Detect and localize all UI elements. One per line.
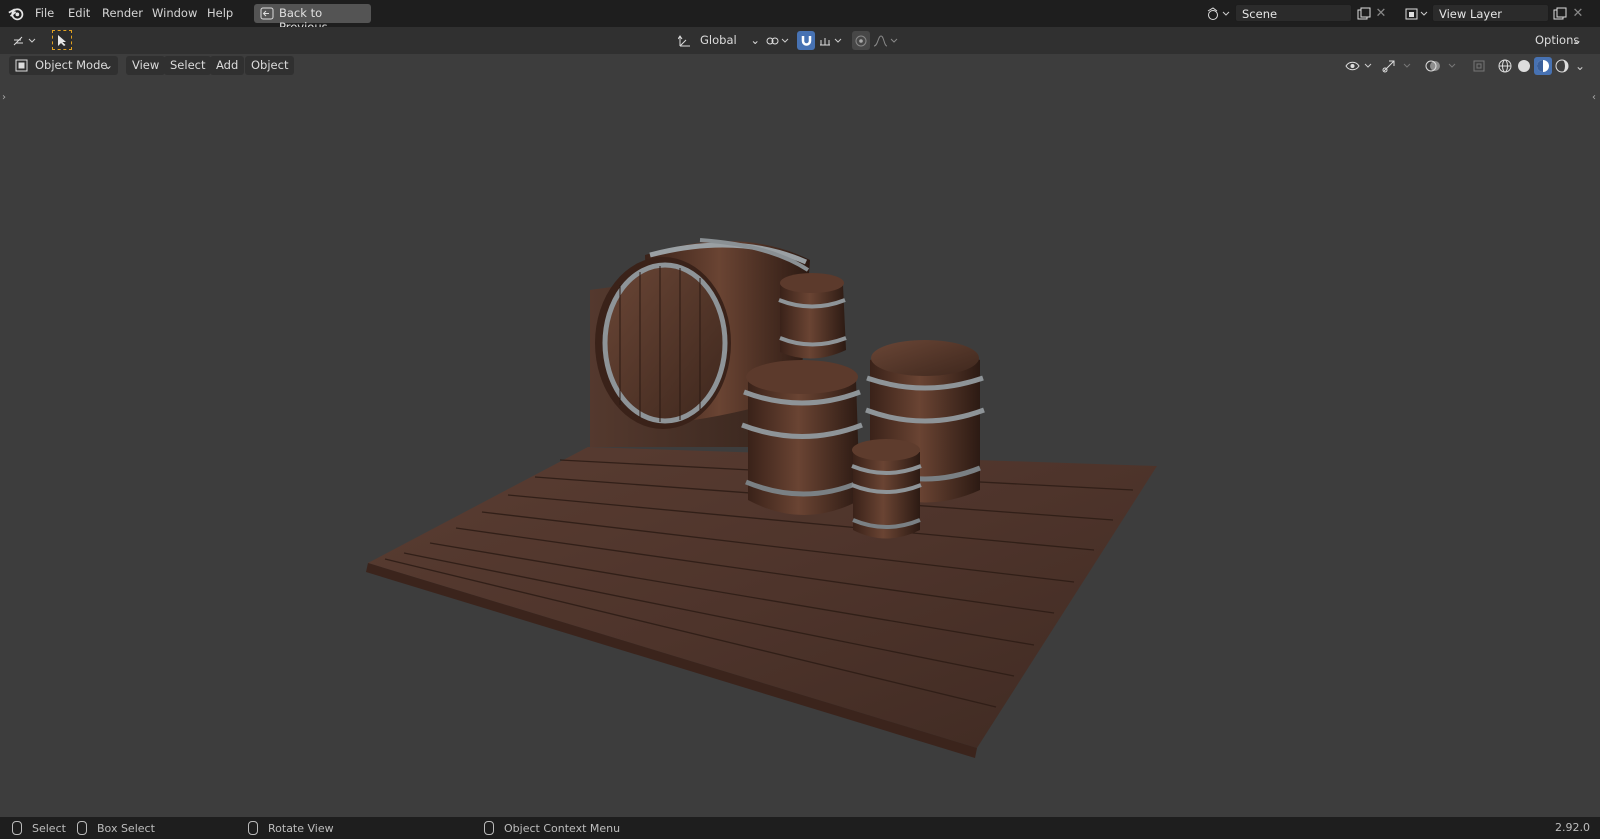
status-box-select-label: Box Select (97, 821, 155, 835)
cursor-icon (58, 34, 66, 46)
scene-icon (1207, 6, 1230, 20)
chevron-down-icon: ⌄ (750, 33, 760, 47)
xray-icon (1473, 60, 1485, 72)
view-menu[interactable]: View (126, 56, 166, 75)
editor-type-button[interactable] (10, 31, 40, 50)
status-select-label: Select (32, 821, 66, 835)
editor-type-icon (13, 36, 36, 45)
shading-solid-button[interactable] (1515, 57, 1533, 75)
chevron-down-icon: ⌄ (1572, 33, 1582, 47)
tiny-front-barrel[interactable] (851, 439, 922, 539)
status-rotate-view: Rotate View (248, 821, 334, 835)
back-to-previous-button[interactable]: Back to Previous (254, 4, 371, 34)
overlay-icon (1425, 60, 1456, 72)
xray-toggle[interactable] (1470, 56, 1488, 76)
proportional-falloff-dropdown[interactable] (872, 31, 900, 50)
view-layer-icon (1405, 8, 1428, 19)
pivot-point-dropdown[interactable] (763, 31, 791, 50)
version-label: 2.92.0 (1555, 821, 1590, 834)
menu-edit[interactable]: Edit (68, 6, 90, 20)
gizmo-icon (1382, 60, 1411, 73)
snap-toggle[interactable] (797, 31, 815, 50)
top-bar: File Edit Render Window Help Back to Pre… (0, 0, 1600, 34)
shading-material-button[interactable] (1534, 57, 1552, 75)
solid-sphere-icon (1518, 60, 1530, 72)
select-menu[interactable]: Select (164, 56, 212, 75)
orientation-icon (676, 31, 694, 50)
delete-scene-icon[interactable]: ✕ (1374, 5, 1388, 22)
viewport-header: Object Mode ⌄ View Select Add Object ⌄ (0, 54, 1600, 79)
scene-browse-button[interactable] (1204, 4, 1234, 23)
view-layer-name-field[interactable]: View Layer (1432, 4, 1549, 22)
select-tool-button[interactable] (52, 30, 72, 50)
transform-orientation-dropdown[interactable]: Global ⌄ (694, 31, 764, 50)
status-select: Select (12, 821, 66, 835)
scene-name-field[interactable]: Scene (1235, 4, 1352, 22)
shading-rendered-button[interactable] (1553, 57, 1571, 75)
3d-viewport[interactable] (0, 79, 1600, 817)
viewport-scene[interactable] (0, 79, 1600, 817)
duplicate-icon (1553, 7, 1567, 19)
magnet-icon (801, 36, 811, 46)
chevron-down-icon: ⌄ (103, 58, 113, 72)
status-box-select: Box Select (77, 821, 155, 835)
shading-wireframe-button[interactable] (1496, 57, 1514, 75)
pivot-point-icon (766, 37, 789, 44)
tool-settings-header: Global ⌄ Options ⌄ (0, 27, 1600, 78)
right-mouse-icon (484, 821, 494, 835)
transform-orientation-label: Global (700, 33, 737, 47)
shading-options-chevron-icon[interactable]: ⌄ (1573, 57, 1587, 75)
options-dropdown[interactable]: Options ⌄ (1529, 31, 1587, 50)
status-context-menu-label: Object Context Menu (504, 821, 621, 835)
status-rotate-view-label: Rotate View (268, 821, 334, 835)
menu-render[interactable]: Render (102, 6, 143, 20)
overlays-dropdown[interactable] (1424, 56, 1460, 76)
wireframe-sphere-icon (1498, 59, 1512, 73)
gizmo-dropdown[interactable] (1381, 56, 1415, 76)
back-icon (260, 7, 274, 20)
delete-view-layer-icon[interactable]: ✕ (1571, 5, 1585, 22)
small-top-barrel[interactable] (778, 273, 847, 359)
blender-logo-icon[interactable] (8, 5, 25, 22)
status-bar: Select Box Select Rotate View Object Con… (0, 817, 1600, 839)
sidebar-expand-chevron-icon[interactable]: ‹ (1592, 92, 1596, 103)
visibility-dropdown[interactable] (1344, 56, 1376, 76)
left-mouse-icon (12, 821, 22, 835)
menu-file[interactable]: File (35, 6, 54, 20)
proportional-editing-icon (855, 35, 867, 46)
menu-help[interactable]: Help (207, 6, 233, 20)
object-mode-label: Object Mode (35, 58, 108, 72)
falloff-curve-icon (873, 34, 898, 46)
view-layer-browse-button[interactable] (1402, 4, 1432, 23)
snap-target-dropdown[interactable] (817, 31, 845, 50)
status-context-menu: Object Context Menu (484, 821, 620, 835)
toolbar-expand-chevron-icon[interactable]: › (2, 92, 6, 103)
object-mode-icon (15, 59, 28, 72)
object-menu[interactable]: Object (245, 56, 295, 75)
snap-increment-icon (820, 37, 842, 45)
medium-front-barrel[interactable] (741, 360, 863, 515)
new-view-layer-button[interactable] (1551, 5, 1569, 22)
object-mode-dropdown[interactable]: Object Mode ⌄ (9, 56, 118, 75)
material-sphere-icon (1537, 60, 1549, 72)
proportional-editing-toggle[interactable] (852, 31, 870, 50)
new-scene-button[interactable] (1355, 5, 1373, 22)
rendered-sphere-icon (1555, 59, 1569, 73)
left-drag-mouse-icon (77, 821, 87, 835)
eye-icon (1345, 61, 1372, 71)
menu-window[interactable]: Window (152, 6, 197, 20)
add-menu[interactable]: Add (210, 56, 245, 75)
duplicate-icon (1357, 7, 1371, 19)
middle-mouse-icon (248, 821, 258, 835)
